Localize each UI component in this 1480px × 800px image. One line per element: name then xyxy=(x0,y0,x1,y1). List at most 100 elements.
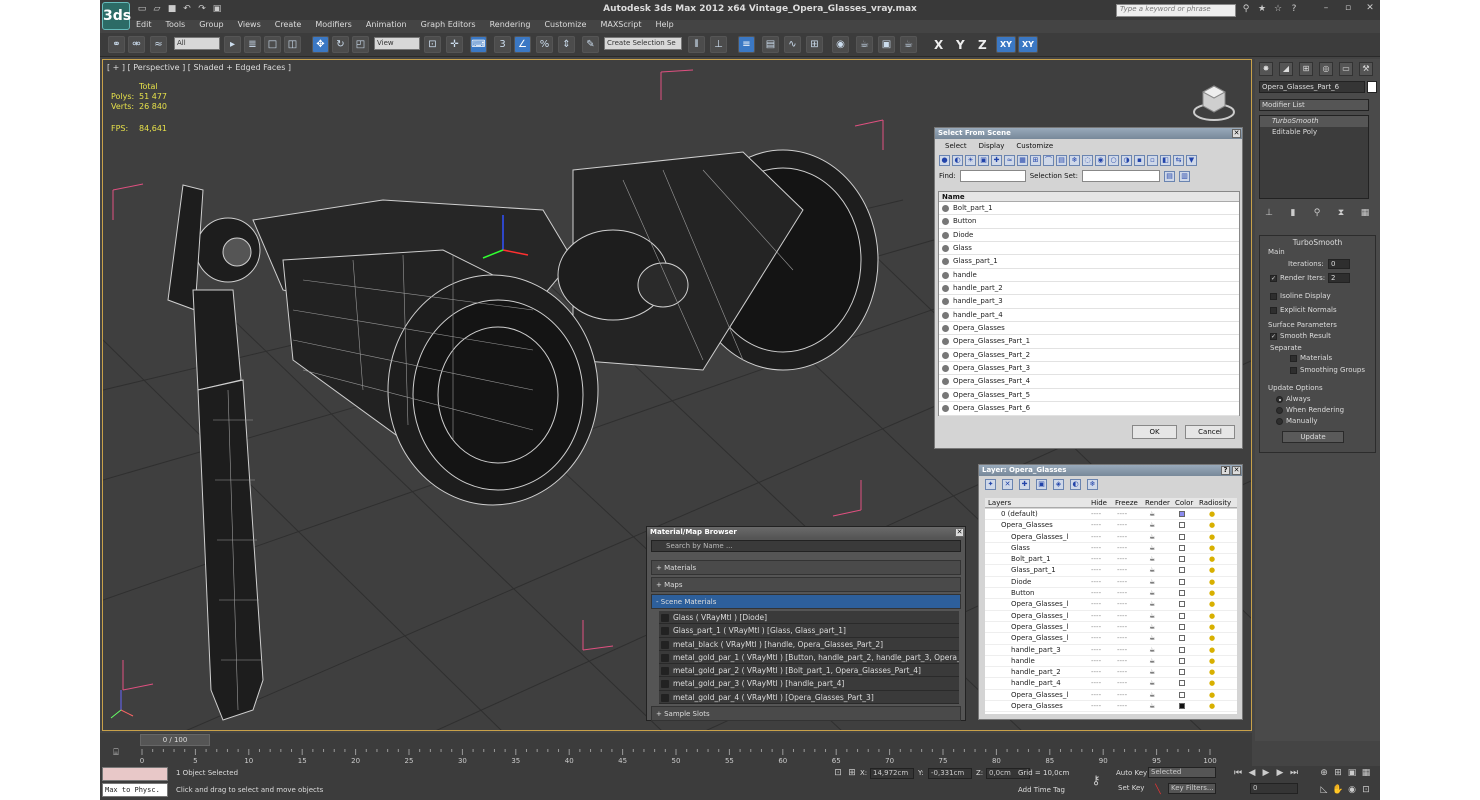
motion-tab-icon[interactable]: ◎ xyxy=(1319,62,1333,76)
layer-row[interactable]: Glass_part_1 ---- ---- ☕ ● xyxy=(985,565,1237,577)
new-icon[interactable]: ▭ xyxy=(136,3,148,15)
layer-row[interactable]: handle ---- ---- ☕ ● xyxy=(985,656,1237,668)
layer-row[interactable]: Opera_Glasses ---- ---- ☕ ● xyxy=(985,520,1237,532)
maximize-viewport-icon[interactable]: ⊡ xyxy=(1360,784,1372,796)
display-shapes-icon[interactable]: ◐ xyxy=(952,155,963,166)
hide-toggle[interactable]: ---- xyxy=(1091,520,1101,531)
menu-tools[interactable]: Tools xyxy=(166,20,186,32)
close-icon[interactable]: ✕ xyxy=(1364,2,1376,14)
layer-name[interactable]: Opera_Glasses xyxy=(1011,701,1069,712)
layer-name[interactable]: Opera_Glasses_l xyxy=(1011,532,1069,543)
go-to-end-icon[interactable]: ⏭ xyxy=(1288,767,1300,779)
spinner-snap-icon[interactable]: ⇕ xyxy=(558,36,575,53)
field-of-view-icon[interactable]: ◺ xyxy=(1318,784,1330,796)
utilities-tab-icon[interactable]: ⚒ xyxy=(1359,62,1373,76)
hide-toggle[interactable]: ---- xyxy=(1091,678,1101,689)
axis-z-button[interactable]: Z xyxy=(978,38,987,52)
radiosity-icon[interactable]: ● xyxy=(1209,565,1215,576)
menu-graph-editors[interactable]: Graph Editors xyxy=(421,20,476,32)
list-item[interactable]: Glass_part_1 xyxy=(939,255,1239,269)
radiosity-icon[interactable]: ● xyxy=(1209,532,1215,543)
hide-toggle[interactable]: ---- xyxy=(1091,611,1101,622)
display-spacewarps-icon[interactable]: ≈ xyxy=(1004,155,1015,166)
highlight-layer-icon[interactable]: ◈ xyxy=(1053,479,1064,490)
close-icon[interactable]: ✕ xyxy=(1232,466,1241,475)
viewcube-icon[interactable] xyxy=(1191,78,1237,124)
render-production-icon[interactable]: ☕ xyxy=(900,36,917,53)
menu-customize[interactable]: Customize xyxy=(544,20,586,32)
layer-row[interactable]: 0 (default) ---- ---- ☕ ● xyxy=(985,509,1237,521)
layer-row[interactable]: Opera_Glasses_l ---- ---- ☕ ● xyxy=(985,690,1237,702)
list-item[interactable]: Opera_Glasses_Part_6 xyxy=(939,402,1239,416)
display-frozen-icon[interactable]: ❄ xyxy=(1069,155,1080,166)
cancel-button[interactable]: Cancel xyxy=(1185,425,1235,439)
hide-toggle[interactable]: ---- xyxy=(1091,599,1101,610)
lock-selection-icon[interactable]: ⊡ xyxy=(832,767,844,779)
isoline-checkbox[interactable] xyxy=(1270,293,1277,300)
orbit-icon[interactable]: ◉ xyxy=(1346,784,1358,796)
radiosity-icon[interactable]: ● xyxy=(1209,622,1215,633)
add-time-tag[interactable]: Add Time Tag xyxy=(1018,786,1065,794)
key-filters-button[interactable]: Key Filters... xyxy=(1168,783,1216,794)
list-item[interactable]: Opera_Glasses_Part_1 xyxy=(939,335,1239,349)
hide-toggle[interactable]: ---- xyxy=(1091,622,1101,633)
object-name-field[interactable]: Opera_Glasses_Part_6 xyxy=(1259,81,1365,93)
show-end-result-icon[interactable]: ▮ xyxy=(1287,207,1299,219)
list-item[interactable]: handle_part_4 xyxy=(939,309,1239,323)
radiosity-icon[interactable]: ● xyxy=(1209,656,1215,667)
keyboard-shortcut-icon[interactable]: ⌨ xyxy=(470,36,487,53)
rectangle-selection-icon[interactable]: □ xyxy=(264,36,281,53)
add-to-layer-icon[interactable]: ✚ xyxy=(1019,479,1030,490)
sample-slots-section[interactable]: + Sample Slots xyxy=(651,706,961,722)
materials-section[interactable]: + Materials xyxy=(651,560,961,575)
rendered-frame-icon[interactable]: ▣ xyxy=(878,36,895,53)
render-teapot-icon[interactable]: ☕ xyxy=(1149,645,1155,656)
key-mode-icon[interactable]: ⚷ xyxy=(1090,774,1102,786)
selected-keys-dropdown[interactable]: Selected xyxy=(1148,767,1216,778)
reference-coordinate-dropdown[interactable]: View xyxy=(374,37,420,50)
axis-x-button[interactable]: X xyxy=(934,38,943,52)
always-radio[interactable] xyxy=(1276,396,1283,403)
save-icon[interactable]: ■ xyxy=(166,3,178,15)
layer-name[interactable]: Button xyxy=(1011,588,1069,599)
favorites-icon[interactable]: ☆ xyxy=(1272,3,1284,15)
col-hide[interactable]: Hide xyxy=(1091,499,1107,507)
freeze-toggle[interactable]: ---- xyxy=(1117,701,1127,712)
hide-toggle[interactable]: ---- xyxy=(1091,532,1101,543)
radiosity-icon[interactable]: ● xyxy=(1209,543,1215,554)
layer-row[interactable]: Bolt_part_1 ---- ---- ☕ ● xyxy=(985,554,1237,566)
freeze-toggle[interactable]: ---- xyxy=(1117,543,1127,554)
layer-color-swatch[interactable] xyxy=(1179,623,1185,630)
subscription-icon[interactable]: ★ xyxy=(1256,3,1268,15)
radiosity-icon[interactable]: ● xyxy=(1209,520,1215,531)
help-icon[interactable]: ? xyxy=(1288,3,1300,15)
radiosity-icon[interactable]: ● xyxy=(1209,633,1215,644)
schematic-view-icon[interactable]: ⊞ xyxy=(806,36,823,53)
x-coordinate-field[interactable]: 14,972cm xyxy=(870,768,914,779)
unlink-icon[interactable]: ⚮ xyxy=(128,36,145,53)
freeze-toggle[interactable]: ---- xyxy=(1117,565,1127,576)
radiosity-icon[interactable]: ● xyxy=(1209,509,1215,520)
layer-color-swatch[interactable] xyxy=(1179,522,1185,529)
layer-color-swatch[interactable] xyxy=(1179,578,1185,585)
list-item[interactable]: Opera_Glasses_Part_3 xyxy=(939,362,1239,376)
create-selection-set-icon[interactable]: ▤ xyxy=(1164,170,1176,182)
create-layer-icon[interactable]: ✦ xyxy=(985,479,996,490)
render-teapot-icon[interactable]: ☕ xyxy=(1149,520,1155,531)
render-iters-checkbox[interactable]: ✓ xyxy=(1270,275,1277,282)
layer-row[interactable]: Opera_Glasses_l ---- ---- ☕ ● xyxy=(985,611,1237,622)
layer-row[interactable]: handle_part_3 ---- ---- ☕ ● xyxy=(985,645,1237,656)
layer-row[interactable]: Opera_Glasses_l ---- ---- ☕ ● xyxy=(985,633,1237,645)
material-editor-icon[interactable]: ◉ xyxy=(832,36,849,53)
mirror-icon[interactable]: ⫴ xyxy=(688,36,705,53)
list-item[interactable]: Opera_Glasses xyxy=(939,322,1239,336)
search-input[interactable]: Type a keyword or phrase xyxy=(1116,4,1236,17)
maps-section[interactable]: + Maps xyxy=(651,577,961,592)
hide-toggle[interactable]: ---- xyxy=(1091,554,1101,565)
current-frame-field[interactable]: 0 xyxy=(1250,783,1298,794)
radiosity-icon[interactable]: ● xyxy=(1209,611,1215,622)
render-teapot-icon[interactable]: ☕ xyxy=(1149,509,1155,520)
display-xrefs-icon[interactable]: ⊞ xyxy=(1030,155,1041,166)
display-lights-icon[interactable]: ☀ xyxy=(965,155,976,166)
zoom-all-icon[interactable]: ⊞ xyxy=(1332,767,1344,779)
